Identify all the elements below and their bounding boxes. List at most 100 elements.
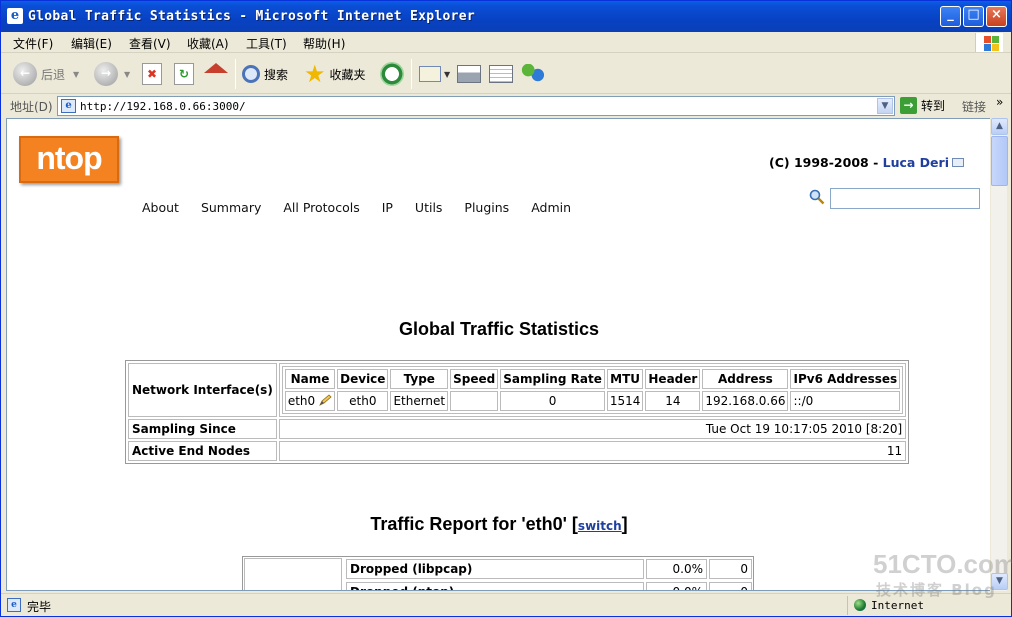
address-dropdown-icon[interactable]: ▼ (877, 98, 893, 114)
drop-pct: 0.0% (646, 559, 707, 579)
address-bar: 地址(D) e http://192.168.0.66:3000/ ▼ → 转到… (1, 94, 1011, 118)
toolbar: ← 后退 ▼ → ▼ ✖ ↻ 搜索 ★ 收藏夹 ▼ (1, 54, 1011, 94)
back-dropdown-icon[interactable]: ▼ (73, 70, 79, 79)
menu-edit[interactable]: 编辑(E) (71, 35, 112, 52)
table-row: Sampling Since Tue Oct 19 10:17:05 2010 … (128, 419, 907, 439)
interface-cell: Name Device Type Speed Sampling Rate MTU… (278, 363, 907, 417)
favorites-label: 收藏夹 (329, 67, 366, 82)
favorites-button[interactable]: ★ 收藏夹 (304, 60, 366, 88)
active-nodes-value: 11 (278, 441, 907, 461)
back-label: 后退 (41, 67, 66, 82)
cell-address: 192.168.0.66 (702, 391, 789, 411)
interface-name: eth0 (287, 394, 316, 408)
page-icon: e (61, 99, 76, 113)
sampling-since-value: Tue Oct 19 10:17:05 2010 [8:20] (278, 419, 907, 439)
traffic-report-table: Dropped (libpcap) 0.0% 0 Dropped (ntop) … (242, 556, 754, 590)
history-button[interactable] (380, 60, 408, 88)
maximize-button[interactable]: □ (963, 6, 984, 27)
go-button[interactable]: → 转到 (900, 97, 945, 114)
forward-dropdown-icon[interactable]: ▼ (124, 70, 130, 79)
drop-label: Dropped (libpcap) (346, 559, 644, 579)
menu-file[interactable]: 文件(F) (13, 35, 53, 52)
col-sampling-rate: Sampling Rate (500, 369, 605, 389)
menu-favorites[interactable]: 收藏(A) (187, 35, 229, 52)
nav-ip[interactable]: IP (382, 200, 393, 215)
main-nav: About Summary All Protocols IP Utils Plu… (142, 200, 589, 215)
copyright-text: (C) 1998-2008 - (769, 155, 883, 170)
browser-window: e Global Traffic Statistics - Microsoft … (0, 0, 1012, 617)
windows-logo-icon (975, 33, 1003, 52)
drop-pct: 0.0% (646, 582, 707, 590)
title-bar[interactable]: e Global Traffic Statistics - Microsoft … (1, 1, 1011, 32)
messenger-button[interactable] (521, 60, 545, 88)
address-field[interactable]: e http://192.168.0.66:3000/ ▼ (57, 96, 895, 116)
drop-count: 0 (709, 559, 752, 579)
scroll-thumb[interactable] (991, 136, 1008, 186)
refresh-button[interactable]: ↻ (174, 60, 194, 88)
menu-view[interactable]: 查看(V) (129, 35, 171, 52)
stop-button[interactable]: ✖ (142, 60, 162, 88)
scroll-up-icon[interactable]: ▲ (991, 118, 1008, 135)
nav-about[interactable]: About (142, 200, 179, 215)
cell-speed (450, 391, 499, 411)
nav-utils[interactable]: Utils (415, 200, 443, 215)
watermark-subtitle: 技术博客 Blog (876, 581, 997, 599)
ntop-logo[interactable]: ntop (19, 136, 119, 183)
refresh-icon: ↻ (174, 63, 194, 85)
mail-dropdown-icon[interactable]: ▼ (444, 70, 450, 79)
search-icon (809, 189, 825, 205)
traffic-left-cell (244, 558, 342, 590)
network-interfaces-label: Network Interface(s) (128, 363, 277, 417)
chevron-right-icon[interactable]: » (996, 95, 1003, 109)
printer-icon (457, 65, 481, 83)
traffic-report-heading: Traffic Report for 'eth0' [switch] (7, 514, 991, 535)
table-row: Network Interface(s) Name Device Type Sp… (128, 363, 907, 417)
toolbar-separator (411, 59, 412, 89)
minimize-button[interactable]: _ (940, 6, 961, 27)
author-link[interactable]: Luca Deri (883, 155, 949, 170)
search-input[interactable] (830, 188, 980, 209)
menu-tools[interactable]: 工具(T) (246, 35, 287, 52)
page-viewport: ntop (C) 1998-2008 - Luca Deri About Sum… (6, 118, 992, 591)
col-device: Device (337, 369, 389, 389)
col-header: Header (645, 369, 701, 389)
menu-help[interactable]: 帮助(H) (303, 35, 345, 52)
interface-table: Network Interface(s) Name Device Type Sp… (125, 360, 910, 464)
nav-plugins[interactable]: Plugins (464, 200, 509, 215)
status-text: 完毕 (27, 600, 52, 614)
page-done-icon: e (7, 598, 21, 612)
col-name: Name (284, 369, 336, 389)
pencil-icon[interactable] (318, 394, 332, 406)
mail-icon[interactable] (952, 158, 964, 167)
zone-label: Internet (871, 599, 924, 612)
col-speed: Speed (450, 369, 499, 389)
cell-device: eth0 (337, 391, 389, 411)
close-button[interactable]: × (986, 6, 1007, 27)
nav-summary[interactable]: Summary (201, 200, 261, 215)
cell-header: 14 (645, 391, 701, 411)
magnifier-icon (242, 65, 260, 83)
home-button[interactable] (204, 60, 228, 88)
switch-link[interactable]: switch (578, 519, 622, 533)
search-button[interactable]: 搜索 (242, 60, 288, 88)
edit-button[interactable] (489, 60, 513, 88)
drop-count: 0 (709, 582, 752, 590)
status-bar: e 完毕 Internet (1, 593, 1011, 616)
active-nodes-label: Active End Nodes (128, 441, 277, 461)
home-icon (204, 63, 228, 73)
drop-label: Dropped (ntop) (346, 582, 644, 590)
url-text[interactable]: http://192.168.0.66:3000/ (80, 100, 246, 113)
copyright: (C) 1998-2008 - Luca Deri (769, 155, 964, 170)
back-button[interactable]: ← 后退 ▼ (13, 60, 79, 88)
table-row: eth0 eth0 Ethernet 0 1514 14 192.168.0.6… (284, 391, 901, 411)
vertical-scrollbar[interactable]: ▲ ▼ (990, 118, 1008, 591)
forward-button[interactable]: → ▼ (94, 60, 130, 88)
messenger-icon (521, 64, 545, 84)
stop-icon: ✖ (142, 63, 162, 85)
print-button[interactable] (457, 60, 481, 88)
mail-button[interactable]: ▼ (419, 60, 450, 88)
nav-all-protocols[interactable]: All Protocols (283, 200, 359, 215)
links-label[interactable]: 链接 (962, 98, 986, 115)
nav-admin[interactable]: Admin (531, 200, 571, 215)
cell-mtu: 1514 (606, 391, 644, 411)
